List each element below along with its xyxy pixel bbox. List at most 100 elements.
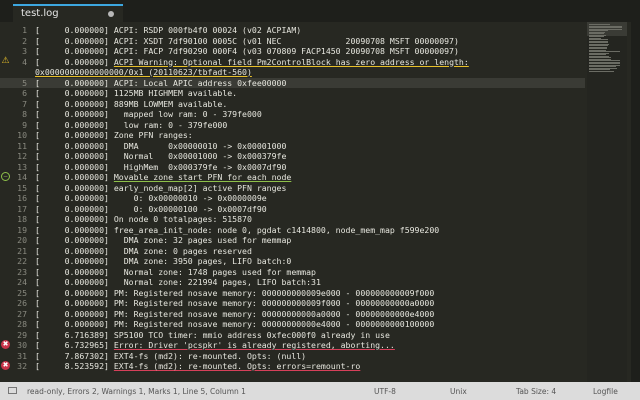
line-text: [ 0.000000] PM: Registered nosave memory… [35,319,435,329]
warning-icon: ⚠ [1,55,10,66]
line-number: 4 [22,56,27,67]
status-tab-size[interactable]: Tab Size: 4 [516,387,556,396]
line-number: 23 [17,266,27,277]
log-line[interactable]: 9 [ 0.000000] low ram: 0 - 379fe000 [0,120,585,131]
line-number: 7 [22,98,27,109]
line-text: [ 0.000000] Normal zone: 221994 pages, L… [35,277,321,287]
line-text: [ 0.000000] Normal zone: 1748 pages used… [35,266,316,277]
line-number: 19 [17,224,27,235]
log-line[interactable]: 10 [ 0.000000] Zone PFN ranges: [0,130,585,141]
log-line[interactable]: 2 [ 0.000000] ACPI: XSDT 7df90100 0005C (… [0,36,585,47]
line-number: 8 [22,109,27,119]
log-line[interactable]: ⚠ 4 [ 0.000000] ACPI Warning: Optional fie… [0,55,585,78]
log-line[interactable]: 28 [ 0.000000] PM: Registered nosave memo… [0,319,585,330]
line-text: [ 7.867302] EXT4-fs (md2): re-mounted. O… [35,350,307,361]
log-line[interactable]: 20 [ 0.000000] DMA zone: 32 pages used fo… [0,235,585,246]
log-line[interactable]: 15 [ 0.000000] early_node_map[2] active P… [0,183,585,194]
line-number: 9 [22,119,27,130]
log-line[interactable]: ✖ 30 [ 6.732965] Error: Driver 'pcspkr' is… [0,340,585,351]
line-text: [ 0.000000] DMA zone: 3950 pages, LIFO b… [35,256,292,266]
line-text: [ 0.000000] 889MB LOWMEM available. [35,98,228,109]
line-text: [ 0.000000] DMA zone: 32 pages used for … [35,235,292,245]
mark-icon: − [1,172,10,181]
status-encoding[interactable]: UTF-8 [374,387,396,396]
line-number: 6 [22,88,27,98]
line-number: 21 [17,245,27,256]
panel-toggle-icon[interactable] [8,387,17,394]
line-text: [ 0.000000] ACPI: FACP 7df90290 000F4 (v… [35,46,459,56]
log-line[interactable]: 31 [ 7.867302] EXT4-fs (md2): re-mounted.… [0,351,585,362]
tab-test-log[interactable]: test.log [13,4,123,22]
log-line[interactable]: −14 [ 0.000000] Movable zone start PFN fo… [0,172,585,183]
line-number: 32 [17,361,27,371]
line-text: [ 0.000000] mapped low ram: 0 - 379fe000 [35,109,262,119]
log-line[interactable]: 7 [ 0.000000] 889MB LOWMEM available. [0,99,585,110]
log-line[interactable]: 5 [ 0.000000] ACPI: Local APIC address 0x… [0,77,585,88]
log-line[interactable]: 29 [ 6.716389] SP5100 TCO timer: mmio add… [0,330,585,341]
log-line[interactable]: 22 [ 0.000000] DMA zone: 3950 pages, LIFO… [0,256,585,267]
log-line[interactable]: 26 [ 0.000000] PM: Registered nosave memo… [0,298,585,309]
log-line[interactable]: 18 [ 0.000000] On node 0 totalpages: 5158… [0,214,585,225]
log-line[interactable]: 13 [ 0.000000] HighMem 0x000379fe -> 0x00… [0,162,585,173]
line-number: 12 [17,151,27,161]
tab-title: test.log [21,8,59,19]
log-line[interactable]: 19 [ 0.000000] free_area_init_node: node … [0,225,585,236]
line-text: [ 0.000000] 0: 0x00000010 -> 0x0000009e [35,193,267,203]
minimap-line [589,70,614,72]
log-line[interactable]: 25 [ 0.000000] PM: Registered nosave memo… [0,288,585,299]
minimap[interactable] [587,22,627,382]
line-number: 25 [17,287,27,298]
status-summary: read-only, Errors 2, Warnings 1, Marks 1… [27,387,246,396]
log-line[interactable]: 17 [ 0.000000] 0: 0x00000100 -> 0x0007df9… [0,204,585,215]
line-text: [ 0.000000] Movable zone start PFN for e… [35,172,292,182]
error-icon: ✖ [1,361,10,370]
line-number: 22 [17,256,27,266]
line-text: [ 0.000000] PM: Registered nosave memory… [35,308,435,319]
line-text: [ 0.000000] PM: Registered nosave memory… [35,298,435,308]
log-line[interactable]: 1 [ 0.000000] ACPI: RSDP 000fb4f0 00024 (… [0,25,585,36]
line-number: 5 [22,77,27,88]
log-line[interactable]: 8 [ 0.000000] mapped low ram: 0 - 379fe00… [0,109,585,120]
log-line[interactable]: 21 [ 0.000000] DMA zone: 0 pages reserved [0,246,585,257]
line-text: [ 0.000000] 1125MB HIGHMEM available. [35,88,238,98]
line-text: [ 0.000000] ACPI: Local APIC address 0xf… [35,77,287,88]
line-text: [ 0.000000] PM: Registered nosave memory… [35,287,435,298]
line-number: 16 [17,193,27,203]
log-line[interactable]: ✖ 32 [ 8.523592] EXT4-fs (md2): re-mounted… [0,361,585,372]
line-text: [ 6.716389] SP5100 TCO timer: mmio addre… [35,329,390,340]
status-syntax[interactable]: Logfile [593,387,618,396]
line-number: 26 [17,298,27,308]
log-line[interactable]: 3 [ 0.000000] ACPI: FACP 7df90290 000F4 (… [0,46,585,57]
line-number: 31 [17,350,27,361]
line-number: 10 [17,130,27,140]
line-number: 30 [17,340,27,350]
line-number: 1 [22,25,27,35]
log-line[interactable]: 6 [ 0.000000] 1125MB HIGHMEM available. [0,88,585,99]
line-text: [ 8.523592] EXT4-fs (md2): re-mounted. O… [35,361,361,371]
unsaved-dot-icon[interactable] [108,11,114,17]
editor[interactable]: 1 [ 0.000000] ACPI: RSDP 000fb4f0 00024 (… [0,22,640,382]
line-number: 11 [17,140,27,151]
line-number: 27 [17,308,27,319]
line-text: [ 0.000000] HighMem 0x000379fe -> 0x0007… [35,161,287,172]
line-text: [ 0.000000] DMA 0x00000010 -> 0x00001000 [35,140,287,151]
vertical-scrollbar[interactable] [631,22,640,382]
line-number: 3 [22,46,27,56]
line-number: 20 [17,235,27,245]
line-number: 28 [17,319,27,329]
line-number: 13 [17,161,27,172]
log-line[interactable]: 16 [ 0.000000] 0: 0x00000010 -> 0x0000009… [0,193,585,204]
log-line[interactable]: 11 [ 0.000000] DMA 0x00000010 -> 0x000010… [0,141,585,152]
line-text: [ 0.000000] DMA zone: 0 pages reserved [35,245,252,256]
log-line[interactable]: 12 [ 0.000000] Normal 0x00001000 -> 0x000… [0,151,585,162]
log-line[interactable]: 27 [ 0.000000] PM: Registered nosave memo… [0,309,585,320]
status-line-endings[interactable]: Unix [450,387,467,396]
log-line[interactable]: 24 [ 0.000000] Normal zone: 221994 pages,… [0,277,585,288]
line-text: [ 6.732965] Error: Driver 'pcspkr' is al… [35,340,395,350]
line-number: 17 [17,203,27,214]
log-line[interactable]: 23 [ 0.000000] Normal zone: 1748 pages us… [0,267,585,278]
line-number: 29 [17,329,27,340]
line-text: [ 0.000000] On node 0 totalpages: 515870 [35,214,252,224]
status-bar: read-only, Errors 2, Warnings 1, Marks 1… [0,382,640,400]
line-text: [ 0.000000] free_area_init_node: node 0,… [35,224,440,235]
